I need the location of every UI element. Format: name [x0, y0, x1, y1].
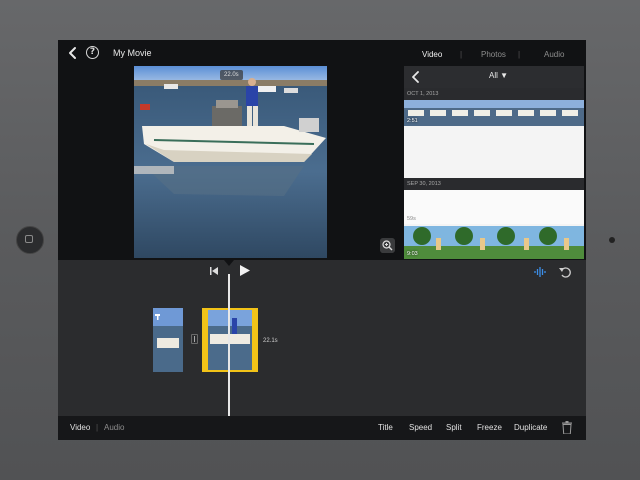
back-icon[interactable] [66, 46, 80, 60]
playhead-marker [224, 260, 234, 266]
playhead[interactable] [228, 274, 230, 416]
camera-dot [609, 237, 615, 243]
speed-button[interactable]: Speed [409, 423, 432, 432]
tab-photos[interactable]: Photos [481, 50, 506, 59]
clip-thumbnails [404, 226, 584, 259]
clip-strip[interactable]: 59s [404, 190, 584, 224]
mode-audio[interactable]: Audio [104, 423, 124, 432]
tab-audio[interactable]: Audio [544, 50, 564, 59]
date-section-header: OCT 1, 2013 [404, 88, 584, 100]
media-browser: All ▼ OCT 1, 2013 2:51 SEP 30, 2013 59s … [404, 66, 584, 259]
project-title: My Movie [113, 48, 152, 58]
tab-separator: | [518, 50, 521, 59]
skip-to-start-icon[interactable] [209, 266, 219, 276]
clip-strip[interactable]: 9:03 [404, 226, 584, 259]
video-preview[interactable] [134, 66, 327, 258]
bottom-toolbar: Video | Audio Title Speed Split Freeze D… [58, 416, 586, 440]
ipad-frame: ? My Movie Video | Photos | Audio 22.0s … [0, 0, 640, 480]
clip-duration: 9:03 [407, 251, 418, 257]
freeze-button[interactable]: Freeze [477, 423, 502, 432]
tab-video[interactable]: Video [422, 50, 442, 59]
clip-duration: 59s [407, 216, 416, 222]
playhead-time-badge: 22.0s [220, 70, 243, 80]
undo-icon[interactable] [558, 265, 572, 279]
help-icon[interactable]: ? [86, 46, 99, 59]
transition-icon[interactable] [191, 334, 198, 344]
title-button[interactable]: Title [378, 423, 393, 432]
browser-header: All ▼ [404, 66, 584, 88]
selected-timeline-clip[interactable] [202, 308, 258, 372]
audio-waveform-icon[interactable] [534, 266, 546, 278]
timeline-clip[interactable] [153, 308, 183, 372]
top-bar: ? My Movie Video | Photos | Audio [58, 40, 586, 66]
preview-frame [134, 66, 327, 258]
split-button[interactable]: Split [446, 423, 462, 432]
timeline[interactable]: 22.1s [58, 260, 586, 416]
zoom-icon[interactable] [380, 238, 395, 253]
clip-duration: 2:51 [407, 118, 418, 124]
clip-strip[interactable]: 2:51 [404, 100, 584, 126]
clip-thumbnails [404, 100, 584, 126]
mode-separator: | [96, 423, 99, 432]
clip-thumbnail [208, 310, 252, 370]
filter-dropdown[interactable]: All ▼ [489, 71, 508, 80]
tab-separator: | [460, 50, 463, 59]
back-icon[interactable] [410, 71, 422, 83]
clip-thumbnail [153, 308, 183, 372]
play-icon[interactable] [239, 264, 251, 277]
date-section-header: SEP 30, 2013 [404, 178, 584, 190]
duplicate-button[interactable]: Duplicate [514, 423, 547, 432]
trash-icon[interactable] [562, 421, 572, 434]
clip-duration-label: 22.1s [263, 338, 278, 344]
imovie-screen: ? My Movie Video | Photos | Audio 22.0s … [58, 40, 586, 440]
mode-video[interactable]: Video [70, 423, 90, 432]
home-button-icon[interactable] [16, 226, 44, 254]
